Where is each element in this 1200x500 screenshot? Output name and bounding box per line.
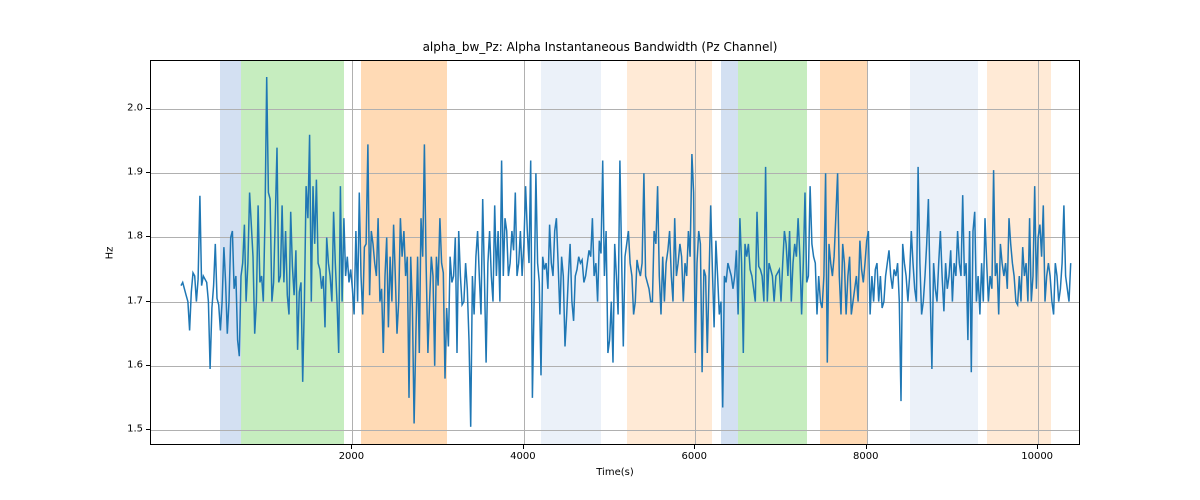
y-tick-label: 2.0 [127,103,143,114]
x-tick-label: 8000 [853,451,878,462]
x-tick-mark [694,445,695,449]
x-tick-mark [866,445,867,449]
line-plot [151,61,1080,445]
y-axis-label: Hz [105,246,116,259]
y-tick-label: 1.7 [127,295,143,306]
x-axis-label: Time(s) [596,467,634,478]
x-tick-mark [351,445,352,449]
y-tick-mark [146,172,150,173]
y-tick-mark [146,108,150,109]
chart-axes [150,60,1080,445]
x-tick-label: 4000 [510,451,535,462]
x-tick-label: 2000 [339,451,364,462]
x-tick-mark [523,445,524,449]
figure: alpha_bw_Pz: Alpha Instantaneous Bandwid… [0,0,1200,500]
y-tick-mark [146,236,150,237]
y-tick-label: 1.5 [127,423,143,434]
series-line [181,77,1071,427]
y-tick-mark [146,365,150,366]
y-tick-label: 1.9 [127,167,143,178]
chart-title: alpha_bw_Pz: Alpha Instantaneous Bandwid… [0,40,1200,54]
x-tick-label: 10000 [1021,451,1053,462]
y-tick-label: 1.6 [127,359,143,370]
x-tick-label: 6000 [682,451,707,462]
y-tick-label: 1.8 [127,231,143,242]
y-tick-mark [146,301,150,302]
x-tick-mark [1037,445,1038,449]
y-tick-mark [146,429,150,430]
